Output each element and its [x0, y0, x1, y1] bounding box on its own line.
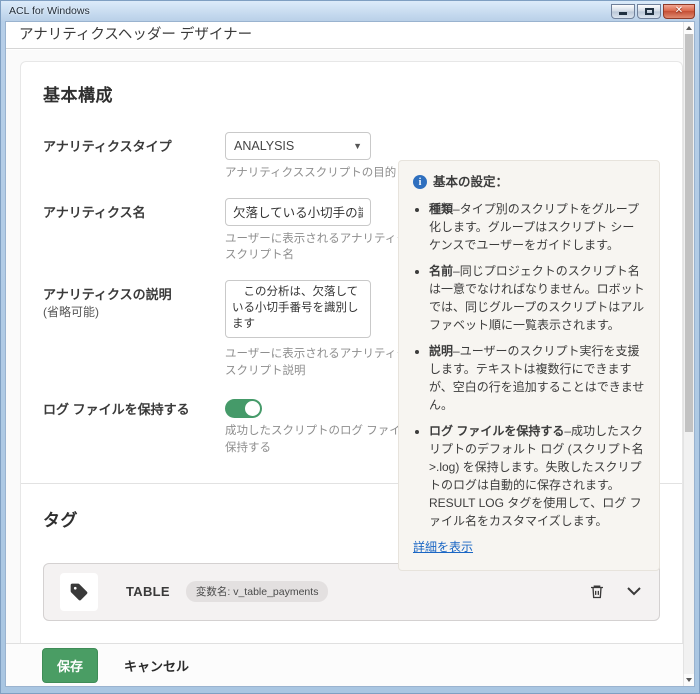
description-helper-text: ユーザーに表示されるアナリティクススクリプト説明 — [225, 346, 425, 379]
window-title: ACL for Windows — [9, 5, 90, 17]
minimize-icon — [619, 12, 627, 15]
content-card: 基本構成 アナリティクスタイプ ANALYSIS ▼ アナリティクススクリプトの… — [20, 61, 683, 643]
content-area: 基本構成 アナリティクスタイプ ANALYSIS ▼ アナリティクススクリプトの… — [6, 50, 683, 643]
maximize-button[interactable] — [637, 4, 661, 19]
window-controls: ✕ — [611, 4, 695, 19]
dialog-title: アナリティクスヘッダー デザイナー — [6, 22, 694, 49]
info-panel-heading: 基本の設定： — [433, 173, 508, 192]
tag-icon-box — [60, 573, 98, 611]
expand-tag-button[interactable] — [627, 587, 641, 596]
analytic-type-select[interactable]: ANALYSIS ▼ — [225, 132, 371, 160]
info-bullet-list: 種類–タイプ別のスクリプトをグループ化します。グループはスクリプト シーケンスで… — [429, 200, 645, 530]
save-button[interactable]: 保存 — [42, 648, 98, 683]
show-details-link[interactable]: 詳細を表示 — [413, 540, 473, 554]
scroll-up-button[interactable] — [684, 22, 694, 34]
arrow-up-icon — [686, 26, 692, 30]
cancel-button[interactable]: キャンセル — [124, 656, 189, 675]
info-bullet: 種類–タイプ別のスクリプトをグループ化します。グループはスクリプト シーケンスで… — [429, 200, 645, 254]
analytic-type-value: ANALYSIS — [234, 139, 294, 153]
tag-name: TABLE — [126, 584, 170, 599]
app-window: ACL for Windows ✕ アナリティクスヘッダー デザイナー 基本構成… — [0, 0, 700, 694]
type-helper-text: アナリティクススクリプトの目的 — [225, 165, 425, 182]
info-bullet: ログ ファイルを保持する–成功したスクリプトのデフォルト ログ (スクリプト名>… — [429, 422, 645, 530]
analytic-name-input[interactable] — [225, 198, 371, 226]
toggle-knob — [245, 401, 260, 416]
name-helper-text: ユーザーに表示されるアナリティクススクリプト名 — [225, 231, 425, 264]
delete-tag-button[interactable] — [589, 583, 605, 600]
description-optional-label: (省略可能) — [43, 304, 225, 320]
name-label: アナリティクス名 — [43, 198, 225, 264]
vertical-scrollbar[interactable] — [683, 22, 694, 686]
keep-log-label: ログ ファイルを保持する — [43, 395, 225, 456]
keep-log-toggle[interactable] — [225, 399, 262, 418]
arrow-down-icon — [686, 678, 692, 682]
info-bullet: 説明–ユーザーのスクリプト実行を支援します。テキストは複数行にできますが、空白の… — [429, 342, 645, 414]
analytic-description-textarea[interactable]: この分析は、欠落している小切手番号を識別します — [225, 280, 371, 338]
info-panel: i 基本の設定： 種類–タイプ別のスクリプトをグループ化します。グループはスクリ… — [398, 160, 660, 571]
section-basic-heading: 基本構成 — [43, 81, 660, 106]
scroll-down-button[interactable] — [684, 674, 694, 686]
type-label: アナリティクスタイプ — [43, 132, 225, 182]
dialog: アナリティクスヘッダー デザイナー 基本構成 アナリティクスタイプ ANALYS… — [5, 21, 695, 687]
trash-icon — [589, 583, 605, 600]
minimize-button[interactable] — [611, 4, 635, 19]
info-bullet: 名前–同じプロジェクトのスクリプト名は一意でなければなりません。ロボットでは、同… — [429, 262, 645, 334]
tag-icon — [69, 582, 89, 602]
close-button[interactable]: ✕ — [663, 4, 695, 19]
info-icon: i — [413, 175, 427, 189]
scrollbar-thumb[interactable] — [685, 34, 693, 432]
description-label: アナリティクスの説明 (省略可能) — [43, 280, 225, 379]
chevron-down-icon — [627, 587, 641, 596]
dialog-footer: 保存 キャンセル — [6, 643, 694, 686]
tag-variable-badge: 変数名: v_table_payments — [186, 581, 329, 602]
window-titlebar[interactable]: ACL for Windows ✕ — [1, 1, 699, 21]
chevron-down-icon: ▼ — [353, 141, 362, 151]
maximize-icon — [645, 8, 654, 15]
tag-card-table: TABLE 変数名: v_table_payments — [43, 563, 660, 621]
keep-log-helper-text: 成功したスクリプトのログ ファイルを保持する — [225, 423, 425, 456]
close-icon: ✕ — [675, 6, 683, 16]
